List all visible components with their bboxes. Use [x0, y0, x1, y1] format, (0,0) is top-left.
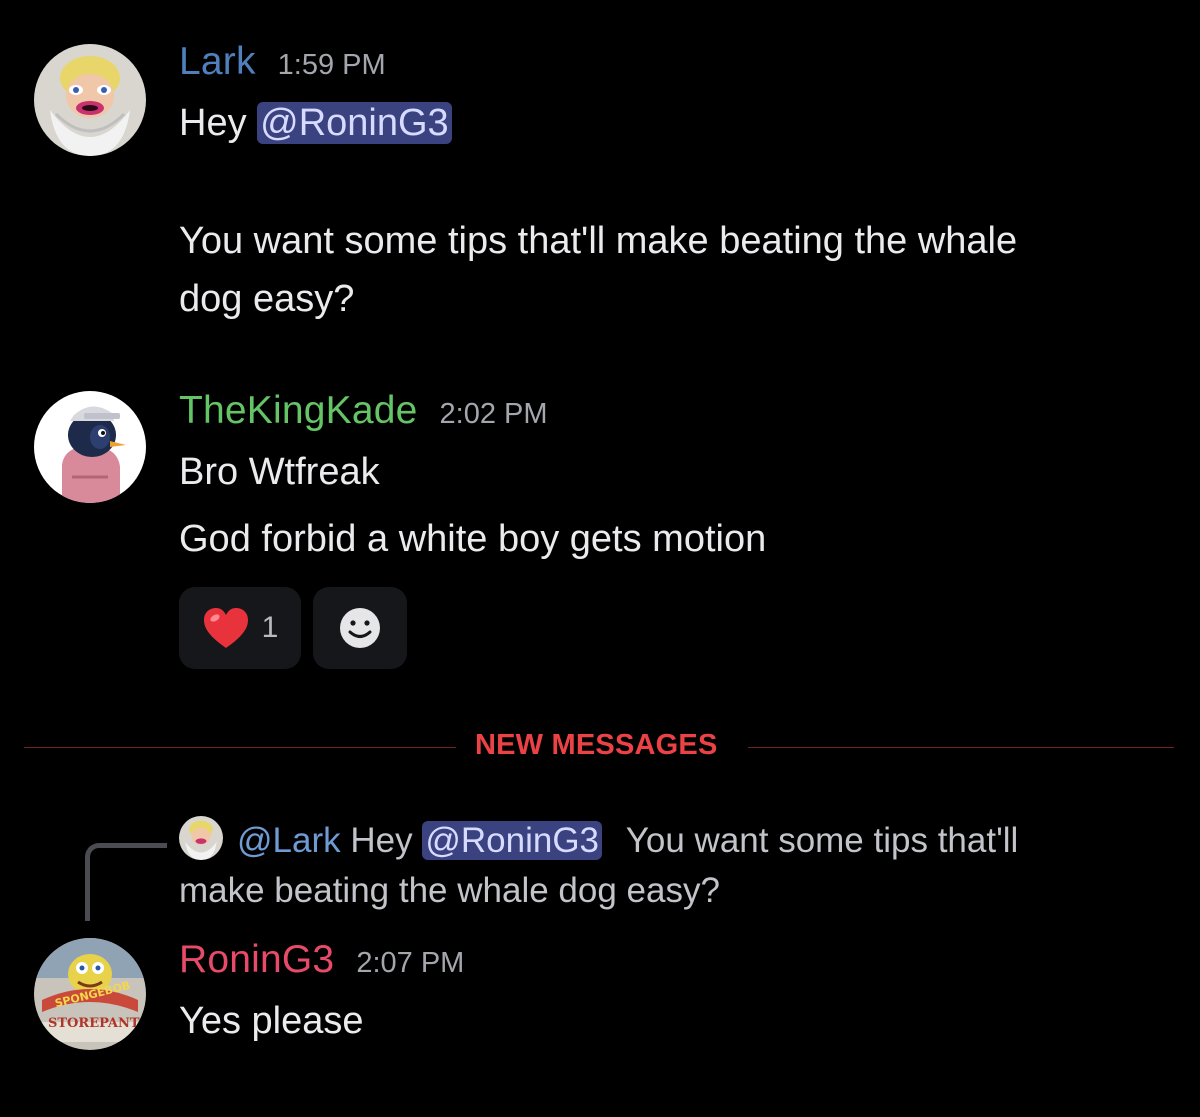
timestamp: 2:07 PM: [356, 947, 465, 979]
avatar-text: STOREPANTS: [48, 1016, 146, 1031]
message-text-line: Yes please: [179, 1000, 364, 1042]
message-roning3: SPONGEBOB STOREPANTS RoninG3 2:07 PM Yes…: [0, 0, 1200, 1117]
author-name[interactable]: RoninG3: [179, 938, 334, 982]
spongebob-storepants-avatar-icon[interactable]: SPONGEBOB STOREPANTS: [34, 938, 146, 1050]
